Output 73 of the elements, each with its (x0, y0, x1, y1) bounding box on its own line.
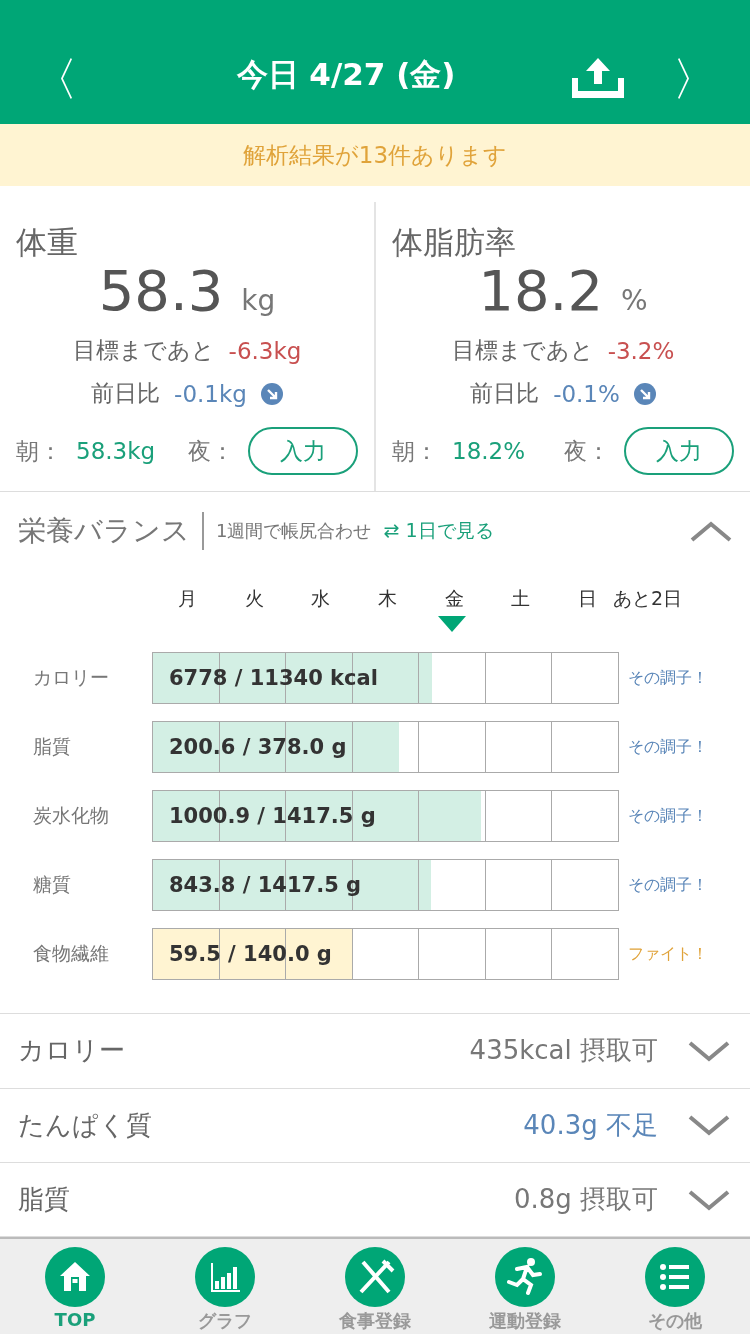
tab-item[interactable]: その他 (600, 1239, 750, 1334)
status-text: その調子！ (628, 805, 708, 827)
tab-item[interactable]: グラフ (150, 1239, 300, 1334)
nutrient-label: 糖質 (32, 872, 72, 898)
metric-unit: kg (241, 284, 276, 318)
diff-label: 前日比 (470, 379, 540, 409)
status-text: その調子！ (628, 874, 708, 896)
runner-icon (495, 1247, 555, 1308)
previous-day-button[interactable]: 〈 (30, 56, 80, 103)
nutrient-label: カロリー (18, 1034, 126, 1068)
weekday-label: 火 (244, 586, 264, 612)
morning-value: 58.3kg (76, 438, 157, 465)
nutrient-label: 炭水化物 (32, 803, 110, 829)
section-subtitle: 1週間で帳尻合わせ (216, 519, 372, 544)
summary-row[interactable]: カロリー 435kcal 摂取可 (0, 1014, 750, 1089)
nutrient-value: 6778 / 11340 kcal (168, 666, 378, 691)
upload-icon[interactable] (572, 58, 624, 99)
expand-chevron-icon[interactable] (688, 1114, 730, 1137)
nutrient-value: 843.8 / 1417.5 g (168, 873, 362, 898)
diff-value: -0.1kg (174, 380, 247, 407)
nutrient-value: 1000.9 / 1417.5 g (168, 804, 376, 829)
nutrient-status: 435kcal 摂取可 (469, 1034, 658, 1068)
tab-item[interactable]: TOP (0, 1239, 150, 1334)
input-button[interactable]: 入力 (624, 427, 734, 476)
days-remaining: あと2日 (613, 586, 683, 612)
nutrient-value: 200.6 / 378.0 g (168, 735, 347, 760)
night-label: 夜： (188, 436, 234, 466)
tab-item[interactable]: 運動登録 (450, 1239, 600, 1334)
nutrient-label: 食物繊維 (32, 941, 110, 967)
goal-remaining: -3.2% (607, 337, 675, 364)
nutrient-label: カロリー (32, 665, 110, 691)
nutrient-value: 59.5 / 140.0 g (168, 942, 332, 967)
goal-remaining: -6.3kg (228, 337, 302, 364)
diff-value: -0.1% (553, 380, 620, 407)
morning-label: 朝： (392, 436, 438, 466)
house-icon (45, 1247, 105, 1308)
section-title: 栄養バランス (18, 512, 204, 551)
weekday-label: 金 (444, 586, 464, 612)
expand-chevron-icon[interactable] (688, 1188, 730, 1211)
morning-label: 朝： (16, 436, 62, 466)
metric-value: 58.3 (98, 258, 224, 324)
nutrient-label: たんぱく質 (18, 1108, 153, 1142)
list-icon (645, 1247, 705, 1308)
weekday-label: 木 (378, 586, 397, 612)
diff-label: 前日比 (91, 379, 161, 409)
metric-unit: % (621, 284, 648, 318)
summary-row[interactable]: たんぱく質 40.3g 不足 (0, 1088, 750, 1163)
input-button[interactable]: 入力 (248, 427, 358, 476)
goal-label: 目標まであと (72, 336, 215, 366)
goal-label: 目標まであと (451, 336, 594, 366)
weekday-label: 水 (311, 586, 331, 612)
morning-value: 18.2% (452, 438, 527, 465)
analysis-banner[interactable]: 解析結果が13件あります (0, 124, 750, 187)
nutrient-status: 0.8g 摂取可 (513, 1183, 658, 1217)
weekday-label: 月 (177, 586, 197, 612)
nutrient-label: 脂質 (32, 734, 72, 760)
status-text: その調子！ (628, 736, 708, 758)
weekday-label: 日 (578, 586, 598, 612)
collapse-chevron-icon[interactable] (690, 520, 732, 543)
status-text: ファイト！ (628, 943, 708, 965)
bar-chart-icon (195, 1247, 255, 1308)
tab-item[interactable]: 食事登録 (300, 1239, 450, 1334)
weekday-label: 土 (511, 586, 531, 612)
nutrient-status: 40.3g 不足 (523, 1108, 658, 1142)
metric-title: 体重 (16, 223, 79, 263)
daily-view-link[interactable]: ⇄ 1日で見る (383, 518, 678, 545)
date-title: 今日 4/27 (金) (235, 55, 457, 95)
night-label: 夜： (564, 436, 610, 466)
next-day-button[interactable]: 〉 (670, 56, 720, 103)
status-text: その調子！ (628, 667, 708, 689)
knife-fork-icon (345, 1247, 405, 1308)
nutrient-label: 脂質 (18, 1183, 71, 1217)
expand-chevron-icon[interactable] (688, 1039, 730, 1062)
